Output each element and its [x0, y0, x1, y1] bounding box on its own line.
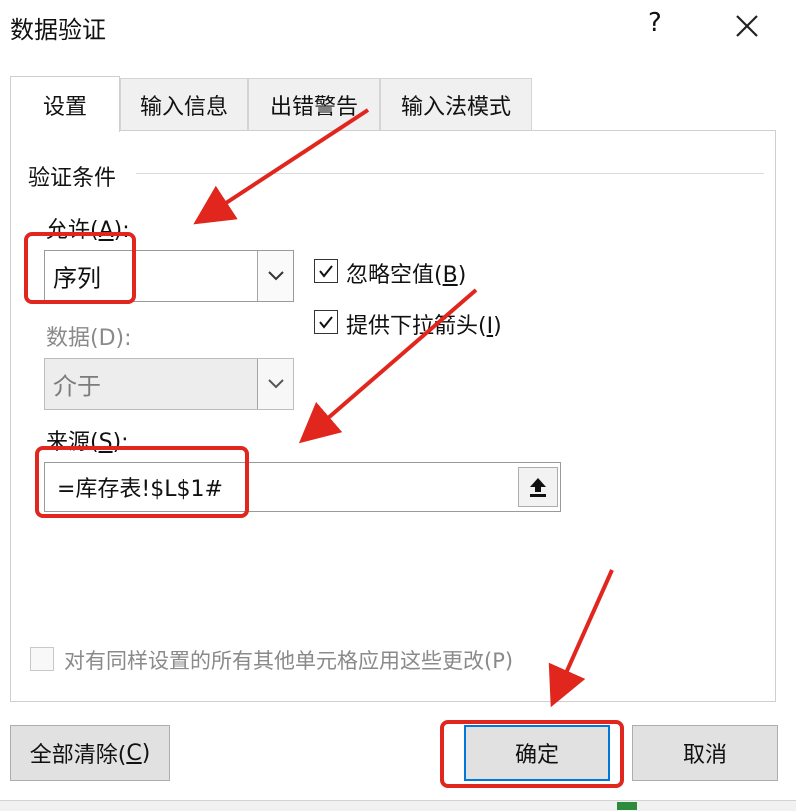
allow-dropdown-button[interactable]	[257, 251, 293, 301]
checkmark-icon	[319, 265, 333, 278]
in-cell-dropdown-checkbox[interactable]	[314, 310, 338, 334]
tab-ime-mode[interactable]: 输入法模式	[380, 78, 532, 130]
data-value: 介于	[53, 372, 101, 401]
close-button[interactable]	[733, 12, 761, 40]
upload-arrow-icon	[530, 478, 546, 497]
range-select-button[interactable]	[518, 467, 558, 507]
data-select: 介于	[44, 358, 294, 410]
cancel-button[interactable]: 取消	[632, 725, 778, 781]
chevron-down-icon	[267, 271, 284, 281]
allow-label: 允许(A):	[46, 218, 130, 243]
group-divider	[136, 173, 764, 174]
ok-button[interactable]: 确定	[464, 725, 610, 781]
validation-criteria-heading: 验证条件	[28, 166, 117, 191]
sheet-strip	[0, 800, 796, 811]
source-label: 来源(S):	[46, 430, 129, 455]
chevron-down-icon	[267, 379, 284, 389]
clear-all-button[interactable]: 全部清除(C)	[10, 725, 170, 781]
dialog-title: 数据验证	[10, 16, 106, 44]
apply-to-all-checkbox	[30, 647, 54, 671]
source-value: =库存表!$L$1#	[57, 477, 223, 502]
in-cell-dropdown-label: 提供下拉箭头(I)	[346, 314, 502, 339]
source-input[interactable]: =库存表!$L$1#	[44, 462, 561, 512]
apply-to-all-label: 对有同样设置的所有其他单元格应用这些更改(P)	[64, 649, 514, 673]
allow-value: 序列	[53, 264, 101, 293]
help-button[interactable]: ?	[648, 8, 662, 38]
tab-error-alert[interactable]: 出错警告	[248, 78, 380, 130]
allow-select[interactable]: 序列	[44, 250, 294, 302]
ignore-blank-label: 忽略空值(B)	[346, 263, 467, 288]
selected-cell-indicator	[617, 802, 637, 810]
tab-settings[interactable]: 设置	[10, 76, 120, 132]
close-icon	[736, 15, 758, 37]
data-dropdown-button	[257, 359, 293, 409]
tab-input-message[interactable]: 输入信息	[120, 78, 248, 130]
ignore-blank-checkbox[interactable]	[314, 259, 338, 283]
checkmark-icon	[319, 316, 333, 329]
data-label: 数据(D):	[46, 326, 132, 351]
